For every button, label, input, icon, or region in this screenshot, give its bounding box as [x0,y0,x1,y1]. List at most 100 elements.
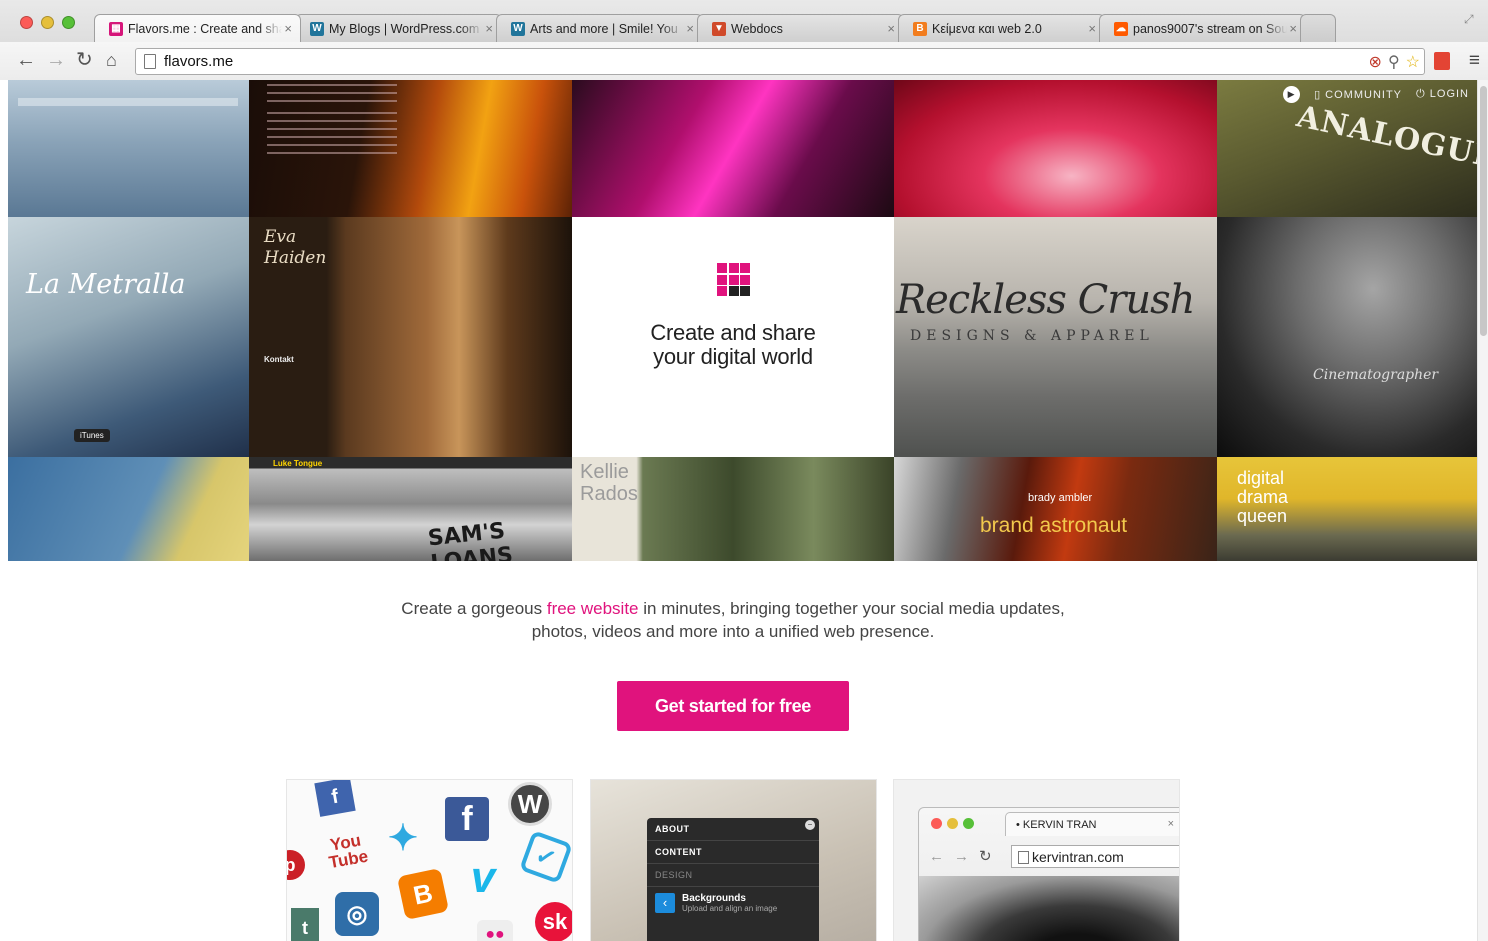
backgrounds-subtitle: Upload and align an image [682,904,778,913]
blogger-icon: B [396,867,450,921]
panel-design[interactable]: DESIGN [647,864,819,887]
tagline: Create a gorgeous free website in minute… [8,597,1458,643]
zoom-window-button[interactable] [62,16,75,29]
hero-title: Create and share your digital world [572,321,894,369]
extension-icon[interactable] [1434,52,1450,70]
menu-icon[interactable]: ≡ [1469,50,1480,72]
browser-tab[interactable]: ▼ Webdocs × [697,14,904,42]
community-label: COMMUNITY [1325,89,1402,101]
get-started-button[interactable]: Get started for free [617,681,849,731]
vimeo-icon: v [461,853,505,902]
tile-film-crew[interactable]: Cinematographer [1217,217,1477,457]
check-icon: ✓ [519,830,572,884]
youtube-icon: You Tube [324,829,370,873]
tab-close-icon[interactable]: × [686,21,694,36]
youtube-label: You Tube [327,830,370,873]
tile-orange-flames[interactable] [249,80,572,217]
home-icon[interactable]: ⌂ [106,50,117,70]
login-link[interactable]: ⏻ LOGIN [1416,88,1469,101]
skype-icon: sk [535,902,572,941]
panel-content[interactable]: CONTENT [647,841,819,864]
bookmark-star-icon[interactable]: ☆ [1406,52,1420,72]
mini-back-icon: ← [929,847,944,865]
tile-red-lips[interactable] [894,80,1217,217]
mini-forward-icon: → [954,847,969,865]
blocked-content-icon[interactable]: ⊗ [1369,52,1382,72]
panel-about[interactable]: ABOUT [647,818,819,841]
webdocs-icon: ▼ [712,21,726,36]
zoom-icon[interactable]: ⚲ [1388,52,1400,72]
tile-reckless-crush[interactable]: Reckless Crush DESIGNS & APPAREL [894,217,1217,457]
tab-close-icon[interactable]: × [1289,21,1297,36]
tab-close-icon[interactable]: × [887,21,895,36]
tab-title: panos9007's stream on Sou [1133,21,1287,36]
address-url[interactable]: flavors.me [164,53,233,70]
tab-close-icon[interactable]: × [485,21,493,36]
play-icon[interactable]: ▶ [1283,86,1301,103]
browser-toolbar: ← → ↻ ⌂ flavors.me ⊗ ⚲ ☆ ≡ [0,42,1488,80]
vertical-scrollbar[interactable] [1477,80,1488,941]
eva-title: Eva Haiden [264,227,327,268]
pinterest-icon: p [287,850,305,880]
cinema-caption: Cinematographer [1313,367,1439,383]
close-window-button[interactable] [20,16,33,29]
mini-tab-title: KERVIN TRAN [1022,819,1097,831]
browser-tab[interactable]: W My Blogs | WordPress.com × [295,14,502,42]
tab-title: My Blogs | WordPress.com [329,21,480,36]
vimeo-label: v [470,853,496,902]
eva-kontakt-link[interactable]: Kontakt [264,355,294,364]
loans-text: SAM'S LOANS [426,518,515,561]
browser-tab[interactable]: B Κείμενα και web 2.0 × [898,14,1105,42]
tab-title: Flavors.me : Create and share [128,21,282,36]
reckless-title: Reckless Crush [896,277,1195,323]
minus-icon[interactable]: − [805,820,815,830]
mini-tab: • KERVIN TRAN × [1005,812,1179,836]
flavors-icon: ▦ [109,21,123,36]
tile-eva-haiden[interactable]: Eva Haiden Kontakt [249,217,572,457]
browser-tab[interactable]: W Arts and more | Smile! You × [496,14,703,42]
tab-close-icon[interactable]: × [1088,21,1096,36]
tile-sams-loans[interactable]: Luke Tongue SAM'S LOANS [249,457,572,561]
back-arrow-icon[interactable]: ← [16,50,36,70]
browser-tab[interactable]: ☁ panos9007's stream on Sou × [1099,14,1306,42]
free-website-link[interactable]: free website [547,599,639,618]
digital-drama-text: digital drama queen [1237,468,1289,526]
reload-icon[interactable]: ↻ [76,50,93,70]
tumblr-icon: t [291,908,319,941]
browser-chrome: ▦ Flavors.me : Create and share × W My Blogs… [0,0,1488,80]
page-viewport: ANALOGUE ▶ ▯ COMMUNITY ⏻ LOGIN La Metral… [8,80,1477,941]
browser-tab[interactable]: ▦ Flavors.me : Create and share × [94,14,301,42]
tile-neon-magenta[interactable] [572,80,894,217]
feature-card-domain: • KERVIN TRAN × ← → ↻ kervintran.com [893,779,1180,941]
instagram-icon: ◎ [335,892,379,936]
login-label: LOGIN [1429,88,1469,100]
itunes-badge[interactable]: iTunes [74,429,110,442]
tab-close-icon[interactable]: × [284,21,292,36]
tile-blue-room[interactable] [8,80,249,217]
hero-title-line1: Create and share [650,320,816,345]
tile-blue-stripes[interactable] [8,457,249,561]
hero-title-line2: your digital world [653,344,813,369]
wordpress-icon: W [310,21,324,36]
tagline-after: in minutes, bringing together your socia… [638,599,1065,618]
address-bar[interactable]: flavors.me ⊗ ⚲ ☆ [135,48,1425,75]
forward-arrow-icon[interactable]: → [46,50,66,70]
design-panel: − ABOUT CONTENT DESIGN ‹ Backgrounds Upl… [647,818,819,941]
community-link[interactable]: ▯ COMMUNITY [1314,88,1402,101]
fullscreen-icon[interactable]: ⤢ [1464,12,1478,26]
tile-brand-astronaut[interactable]: brady ambler brand astronaut [894,457,1217,561]
brand-astronaut-text: brand astronaut [980,514,1128,537]
mini-window-controls [931,818,974,829]
tab-title: Arts and more | Smile! You [530,21,678,36]
scrollbar-thumb[interactable] [1480,86,1487,336]
tile-analogue[interactable]: ANALOGUE ▶ ▯ COMMUNITY ⏻ LOGIN [1217,80,1477,217]
new-tab-button[interactable] [1300,14,1336,42]
tile-digital-drama-queen[interactable]: digital drama queen [1217,457,1477,561]
minimize-window-button[interactable] [41,16,54,29]
tile-kellie-rados[interactable]: Kellie Rados [572,457,894,561]
tab-strip: ▦ Flavors.me : Create and share × W My Blogs… [94,14,1336,42]
panel-backgrounds[interactable]: ‹ Backgrounds Upload and align an image [647,887,819,919]
tile-la-metralla[interactable]: La Metralla iTunes [8,217,249,457]
facebook-label: f [461,799,473,838]
tagline-before: Create a gorgeous [401,599,547,618]
